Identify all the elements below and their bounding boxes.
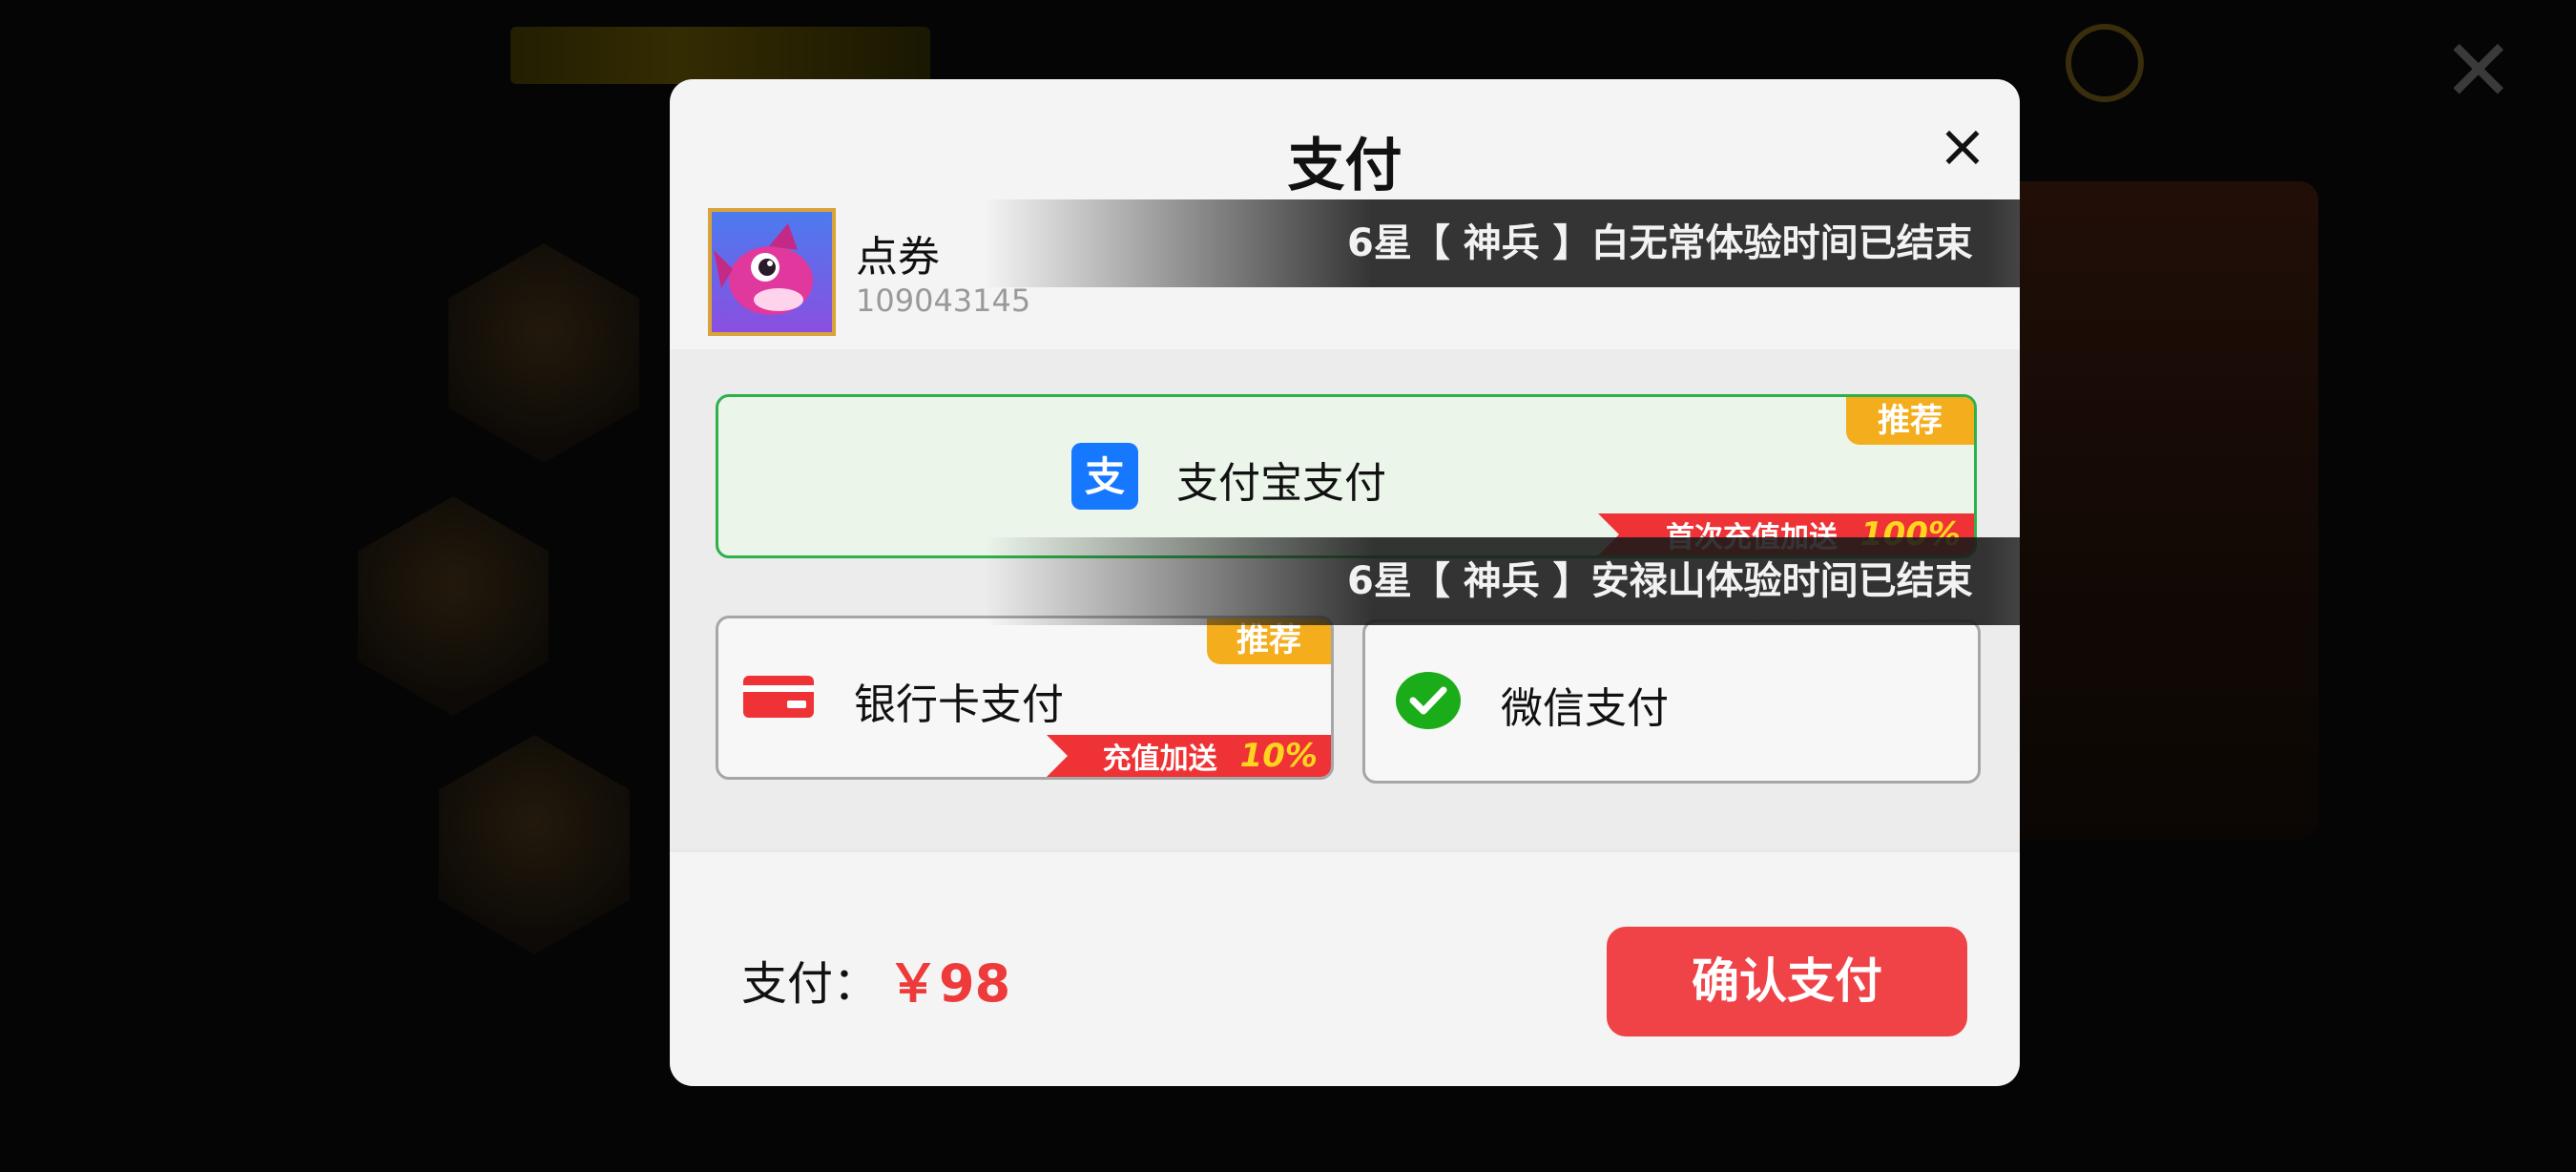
bank-card-option[interactable]: 银行卡支付 推荐 充值加送 10% [716,616,1334,780]
payment-dialog: 支付 × 点券 109043145 支 支付宝支付 推荐 100% 银行卡支付 … [670,79,2020,1086]
wechat-pay-icon [1394,670,1463,735]
bonus-percent: 10% [1239,737,1318,775]
alipay-option[interactable]: 支 支付宝支付 推荐 首次充值加送 100% [716,394,1977,558]
system-notice-toast: 6星【 神兵 】白无常体验时间已结束 [985,199,2020,287]
bank-card-label: 银行卡支付 [854,680,1064,729]
background-reward-badge [448,243,639,463]
close-icon[interactable]: × [1934,116,1991,176]
bank-card-icon [741,672,816,722]
svg-text:支: 支 [1085,453,1125,500]
background-banner [510,27,930,84]
product-name: 点券 [856,233,940,282]
product-id: 109043145 [856,283,1031,319]
background-reward-badge [439,735,630,954]
alipay-icon: 支 [1071,443,1138,510]
bonus-text: 充值加送 [1102,743,1217,776]
recommended-badge: 推荐 [1846,397,1974,445]
background-coin-icon [2066,24,2144,102]
bonus-ribbon: 充值加送 10% [1047,735,1331,777]
payment-total-label: 支付： [741,957,880,1011]
alipay-label: 支付宝支付 [1176,459,1386,508]
background-reward-badge [358,496,549,716]
divider [670,849,2020,852]
wechat-pay-option[interactable]: 微信支付 [1362,619,1981,784]
recommended-badge: 推荐 [1207,618,1331,664]
confirm-payment-button[interactable]: 确认支付 [1607,927,1967,1036]
background-close-icon: ✕ [2442,21,2515,121]
system-notice-toast: 6星【 神兵 】安禄山体验时间已结束 [985,537,2020,625]
background-side-panel [1984,181,2318,840]
product-avatar [708,208,836,336]
dialog-title: 支付 [1287,133,1402,199]
payment-amount: ￥98 [887,953,1011,1014]
wechat-pay-label: 微信支付 [1501,684,1669,733]
